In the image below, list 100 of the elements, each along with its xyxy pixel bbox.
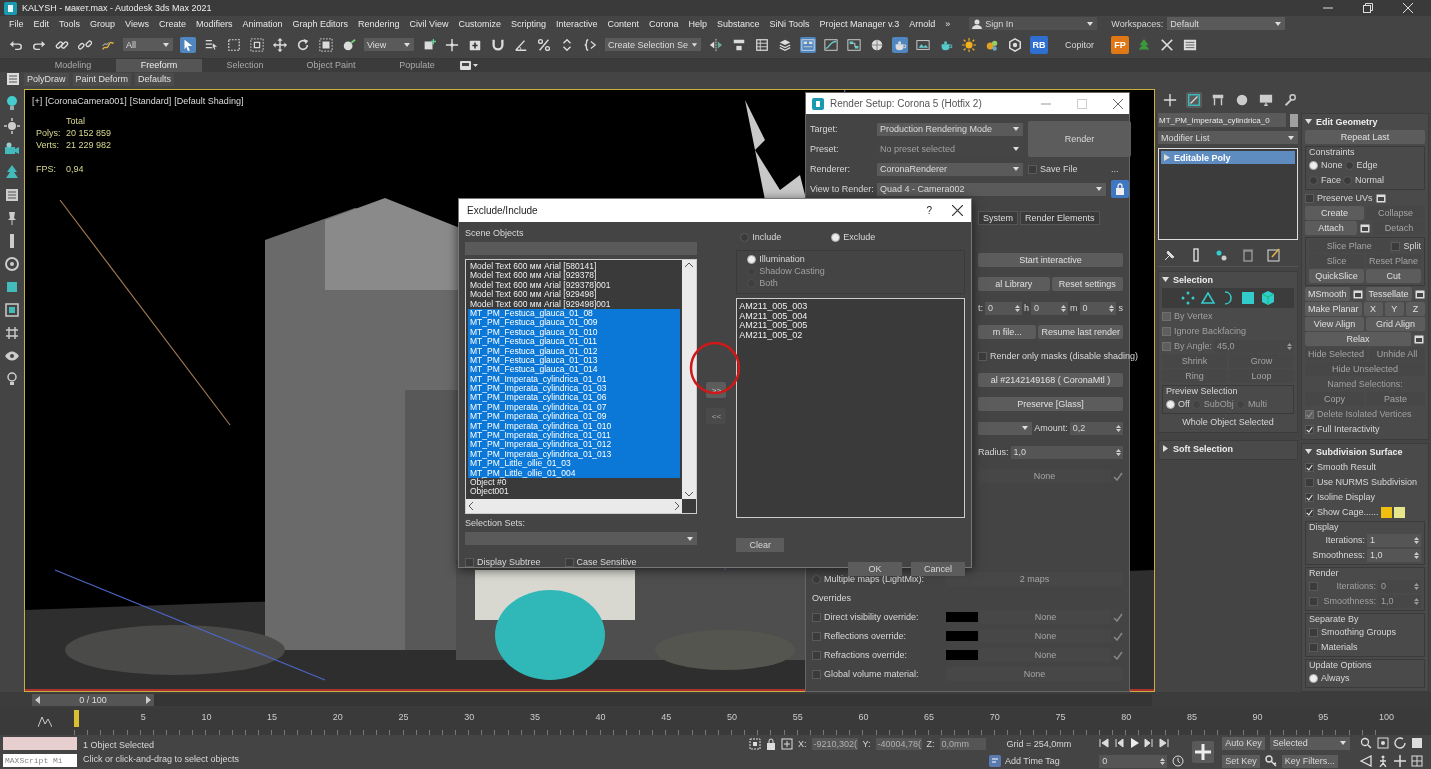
list-item[interactable]: Model Text 600 мм Arial [580141] [468, 262, 680, 272]
coordinate-field[interactable]: -9210,302( [811, 738, 858, 750]
list-item[interactable]: Object #0 [468, 478, 680, 488]
polygon-icon[interactable] [1240, 290, 1256, 306]
color-swatch[interactable] [1290, 113, 1298, 127]
schematic-icon[interactable] [846, 36, 862, 53]
teapot-icon[interactable] [892, 36, 908, 53]
checkbox[interactable]: Save File [1028, 164, 1106, 174]
button[interactable]: Y [1384, 302, 1404, 316]
name-field[interactable]: MT_PM_Imperata_cylindrica_0 [1158, 113, 1286, 127]
spinner-field[interactable]: 1,0 [1010, 445, 1123, 459]
list-item[interactable]: MT_PM_Imperata_cylindrica_01_012 [468, 440, 680, 450]
options-button[interactable] [1413, 333, 1425, 345]
button[interactable]: Resume last render [1038, 325, 1123, 339]
clock-icon[interactable] [1172, 755, 1185, 767]
tools-icon[interactable] [1159, 36, 1175, 53]
pan-icon[interactable] [1393, 755, 1406, 767]
viewport-menu-label[interactable]: [Default Shading] [174, 96, 244, 106]
checkbox[interactable]: Smooth Result [1305, 462, 1377, 472]
spinner-field[interactable]: 1,0 [1367, 548, 1421, 562]
plus-icon[interactable] [1162, 92, 1178, 108]
button[interactable]: Start interactive [978, 253, 1123, 267]
button[interactable]: Reset settings [1051, 277, 1123, 291]
scrollbar[interactable] [466, 499, 682, 513]
scrollbar[interactable] [681, 260, 696, 499]
ribbon-tab[interactable]: Freeform [116, 59, 202, 72]
percent-icon[interactable] [536, 36, 552, 53]
sun-icon[interactable] [961, 36, 977, 53]
wrench-icon[interactable] [1282, 92, 1298, 108]
mirror-icon[interactable] [708, 36, 724, 53]
window-select-icon[interactable] [249, 36, 265, 53]
list-item[interactable]: MT_PM_Festuca_glauca_01_012 [468, 346, 680, 356]
list-item[interactable]: MT_PM_Little_ollie_01_004 [468, 468, 680, 478]
checkbox[interactable]: Materials [1309, 642, 1358, 652]
button[interactable]: MSmooth [1305, 287, 1350, 301]
radio-button[interactable]: Edge [1344, 160, 1378, 170]
radio-button[interactable]: Normal [1343, 175, 1385, 185]
ribbon-tab[interactable]: Selection [202, 59, 288, 72]
table-icon[interactable] [754, 36, 770, 53]
list-item[interactable]: MT_PM_Little_ollie_01_03 [468, 459, 680, 469]
list-icon[interactable] [4, 187, 20, 203]
checkbox[interactable]: Case Sensitive [564, 557, 637, 567]
button[interactable]: Grid Align [1366, 317, 1425, 331]
step-forward-icon[interactable] [1144, 738, 1155, 748]
grid-icon[interactable] [4, 325, 20, 341]
transform-mode-icon[interactable] [781, 738, 793, 750]
rollout-header[interactable]: Edit Geometry [1305, 114, 1425, 129]
dropdown[interactable]: View [364, 38, 414, 51]
tab[interactable]: Render Elements [1020, 211, 1100, 225]
camera-icon[interactable] [4, 141, 20, 157]
button[interactable]: Create [1305, 206, 1364, 220]
play-icon[interactable] [1129, 738, 1140, 748]
plugin-button[interactable]: RB [1030, 35, 1048, 54]
edit-icon[interactable] [1266, 247, 1282, 263]
color-swatch[interactable] [946, 631, 978, 641]
list-item[interactable]: MT_PM_Festuca_glauca_01_08 [468, 308, 680, 319]
menu-item[interactable]: File [4, 18, 29, 29]
menu-item[interactable]: Corona [644, 18, 684, 29]
plugin-button[interactable]: FP [1111, 35, 1129, 54]
menu-item[interactable]: Animation [237, 18, 288, 29]
list-item[interactable]: MT_PM_Festuca_glauca_01_010 [468, 327, 680, 338]
rotate-icon[interactable] [295, 36, 311, 53]
radio-button[interactable]: Exclude [831, 232, 876, 242]
help-button[interactable]: ? [926, 205, 932, 216]
ribbon-tab[interactable]: Modeling [30, 59, 116, 72]
list-item[interactable]: AM211_005_005 [739, 321, 962, 331]
key-mode-dropdown[interactable]: Selected [1269, 736, 1350, 750]
key-filters-button[interactable]: Key Filters... [1281, 754, 1338, 768]
render-button[interactable]: Render [1028, 121, 1131, 157]
list-item[interactable]: MT_PM_Festuca_glauca_01_014 [468, 365, 680, 375]
zoom-all-icon[interactable] [1376, 737, 1389, 749]
bulb-icon[interactable] [4, 371, 20, 387]
options-button[interactable] [1351, 288, 1364, 300]
ribbon-icon[interactable] [800, 36, 816, 53]
options-button[interactable] [1359, 222, 1371, 234]
checkbox[interactable] [1309, 596, 1318, 606]
list-item[interactable]: MT_PM_Imperata_cylindrica_01_01 [468, 374, 680, 385]
more-button[interactable]: ... [1111, 164, 1131, 174]
ribbon-tab[interactable]: Populate [374, 59, 460, 72]
close-icon[interactable] [1113, 98, 1123, 109]
viewport-menu-label[interactable]: [CoronaCamera001] [45, 96, 127, 106]
bulb-icon[interactable] [4, 95, 20, 111]
crosshair-icon[interactable] [444, 36, 460, 53]
edge-icon[interactable] [1200, 290, 1216, 306]
maxscript-field[interactable]: MAXScript Mi [3, 754, 77, 767]
ball-icon[interactable] [341, 36, 357, 53]
maxscript-field[interactable] [3, 737, 77, 750]
spinner-field[interactable]: 0,2 [1069, 421, 1123, 435]
checkbox[interactable] [1309, 581, 1318, 591]
button[interactable]: View Align [1305, 317, 1364, 331]
list-item[interactable]: AM211_005_003 [739, 302, 962, 312]
dropdown[interactable]: Production Rendering Mode [877, 122, 1023, 136]
radio-button[interactable]: Include [740, 232, 782, 242]
color-swatch[interactable] [1393, 506, 1405, 518]
menu-item[interactable]: SiNi Tools [764, 18, 815, 29]
button[interactable]: Preserve [Glass] [978, 397, 1123, 411]
menu-item[interactable]: Help [683, 18, 713, 29]
scale-icon[interactable] [318, 36, 334, 53]
grid-icon[interactable] [1410, 755, 1423, 767]
checkbox[interactable]: Render only masks (disable shading) [978, 351, 1139, 361]
